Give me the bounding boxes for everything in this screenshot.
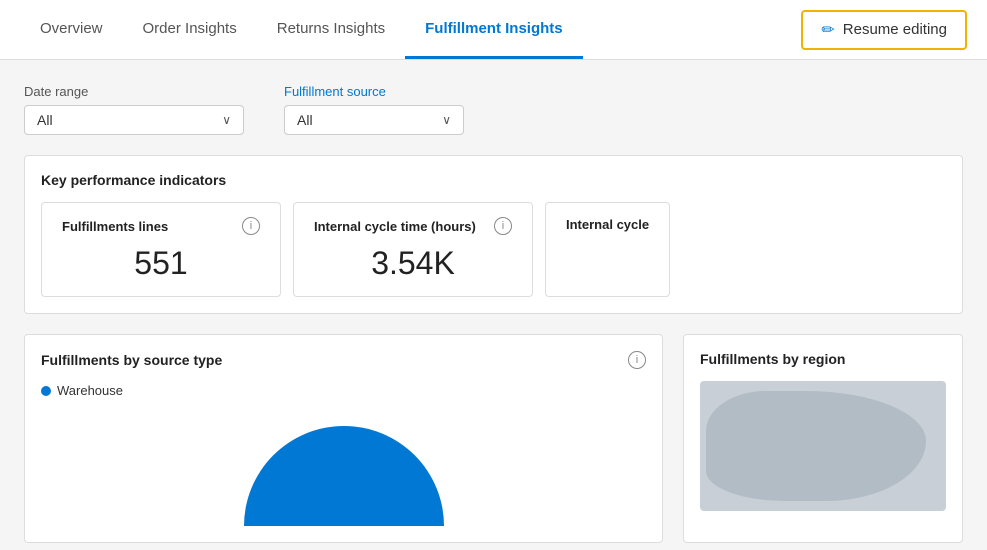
date-range-filter: Date range All ∨	[24, 84, 244, 135]
tab-overview[interactable]: Overview	[20, 0, 123, 59]
filters-row: Date range All ∨ Fulfillment source All …	[24, 84, 963, 135]
info-icon-cycle-time[interactable]: i	[494, 217, 512, 235]
info-icon-source-chart[interactable]: i	[628, 351, 646, 369]
fulfillment-source-label: Fulfillment source	[284, 84, 464, 99]
kpi-cards-container: Fulfillments lines i 551 Internal cycle …	[41, 202, 946, 297]
chevron-down-icon: ∨	[222, 113, 231, 127]
pencil-icon: ✏	[821, 20, 834, 40]
fulfillments-by-source-chart: Fulfillments by source type i Warehouse	[24, 334, 663, 543]
kpi-card-internal-cycle-partial: Internal cycle	[545, 202, 670, 297]
info-icon-fulfillment-lines[interactable]: i	[242, 217, 260, 235]
tab-order-insights[interactable]: Order Insights	[123, 0, 257, 59]
main-content: Date range All ∨ Fulfillment source All …	[0, 60, 987, 543]
kpi-section: Key performance indicators Fulfillments …	[24, 155, 963, 314]
kpi-value-fulfillment-lines: 551	[62, 245, 260, 282]
legend-dot-warehouse	[41, 386, 51, 396]
fulfillments-by-source-title: Fulfillments by source type	[41, 352, 222, 368]
map-visualization	[700, 381, 946, 511]
map-land-shape	[706, 391, 926, 501]
pie-chart-area	[41, 406, 646, 526]
kpi-card-fulfillment-lines: Fulfillments lines i 551	[41, 202, 281, 297]
fulfillments-by-region-chart: Fulfillments by region	[683, 334, 963, 543]
tab-returns-insights[interactable]: Returns Insights	[257, 0, 405, 59]
kpi-card-label-fulfillment-lines: Fulfillments lines	[62, 219, 168, 234]
kpi-value-cycle-time: 3.54K	[314, 245, 512, 282]
chevron-down-icon: ∨	[442, 113, 451, 127]
fulfillment-source-filter: Fulfillment source All ∨	[284, 84, 464, 135]
bottom-row: Fulfillments by source type i Warehouse …	[24, 334, 963, 543]
top-navigation: Overview Order Insights Returns Insights…	[0, 0, 987, 60]
pie-chart-warehouse-segment	[244, 426, 444, 526]
legend-item-warehouse: Warehouse	[41, 383, 646, 398]
tab-fulfillment-insights[interactable]: Fulfillment Insights	[405, 0, 583, 59]
kpi-card-label-internal-cycle: Internal cycle	[566, 217, 649, 232]
fulfillments-by-region-title: Fulfillments by region	[700, 351, 845, 367]
kpi-section-title: Key performance indicators	[41, 172, 946, 188]
date-range-select[interactable]: All ∨	[24, 105, 244, 135]
date-range-label: Date range	[24, 84, 244, 99]
kpi-card-internal-cycle-time: Internal cycle time (hours) i 3.54K	[293, 202, 533, 297]
resume-editing-button[interactable]: ✏ Resume editing	[801, 10, 967, 50]
fulfillment-source-select[interactable]: All ∨	[284, 105, 464, 135]
kpi-card-label-cycle-time: Internal cycle time (hours)	[314, 219, 476, 234]
